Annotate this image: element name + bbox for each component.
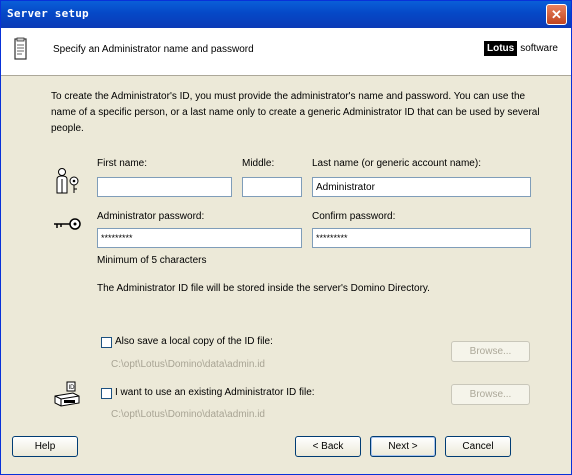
next-button[interactable]: Next >: [370, 436, 436, 457]
last-name-field[interactable]: [312, 177, 531, 197]
local-copy-path: C:\opt\Lotus\Domino\data\admin.id: [111, 359, 265, 370]
document-icon: [14, 37, 27, 60]
existing-id-label[interactable]: I want to use an existing Administrator …: [115, 387, 315, 398]
existing-id-checkbox[interactable]: [101, 388, 112, 399]
logo-bold: Lotus: [483, 41, 518, 56]
id-file-icon: ID: [54, 381, 80, 407]
back-button[interactable]: < Back: [295, 436, 361, 457]
confirm-password-field[interactable]: [312, 228, 531, 248]
last-name-label: Last name (or generic account name):: [312, 158, 481, 169]
middle-name-field[interactable]: [242, 177, 302, 197]
window-title: Server setup: [7, 7, 89, 20]
admin-password-field[interactable]: [97, 228, 302, 248]
local-copy-checkbox[interactable]: [101, 337, 112, 348]
local-copy-label[interactable]: Also save a local copy of the ID file:: [115, 336, 273, 347]
person-key-icon: [56, 168, 79, 194]
existing-id-path: C:\opt\Lotus\Domino\data\admin.id: [111, 409, 265, 420]
help-button[interactable]: Help: [12, 436, 78, 457]
title-bar[interactable]: Server setup ✕: [1, 1, 571, 28]
svg-text:ID: ID: [69, 385, 76, 391]
confirm-password-label: Confirm password:: [312, 211, 396, 222]
header-subtitle: Specify an Administrator name and passwo…: [53, 44, 254, 55]
existing-id-browse-button[interactable]: Browse...: [451, 384, 530, 405]
close-button[interactable]: ✕: [546, 4, 567, 25]
local-copy-browse-button[interactable]: Browse...: [451, 341, 530, 362]
admin-password-label: Administrator password:: [97, 211, 205, 222]
first-name-label: First name:: [97, 158, 148, 169]
middle-name-label: Middle:: [242, 158, 275, 169]
logo-text: software: [520, 43, 558, 54]
cancel-button[interactable]: Cancel: [445, 436, 511, 457]
id-storage-info: The Administrator ID file will be stored…: [97, 283, 430, 294]
lotus-software-logo: Lotus software: [483, 41, 561, 56]
intro-text: To create the Administrator's ID, you mu…: [51, 91, 540, 134]
dialog-header: Specify an Administrator name and passwo…: [1, 28, 571, 76]
key-icon: [54, 218, 81, 230]
password-hint: Minimum of 5 characters: [97, 255, 207, 266]
server-setup-dialog: Server setup ✕ Specify an Administrator …: [0, 0, 572, 475]
first-name-field[interactable]: [97, 177, 232, 197]
